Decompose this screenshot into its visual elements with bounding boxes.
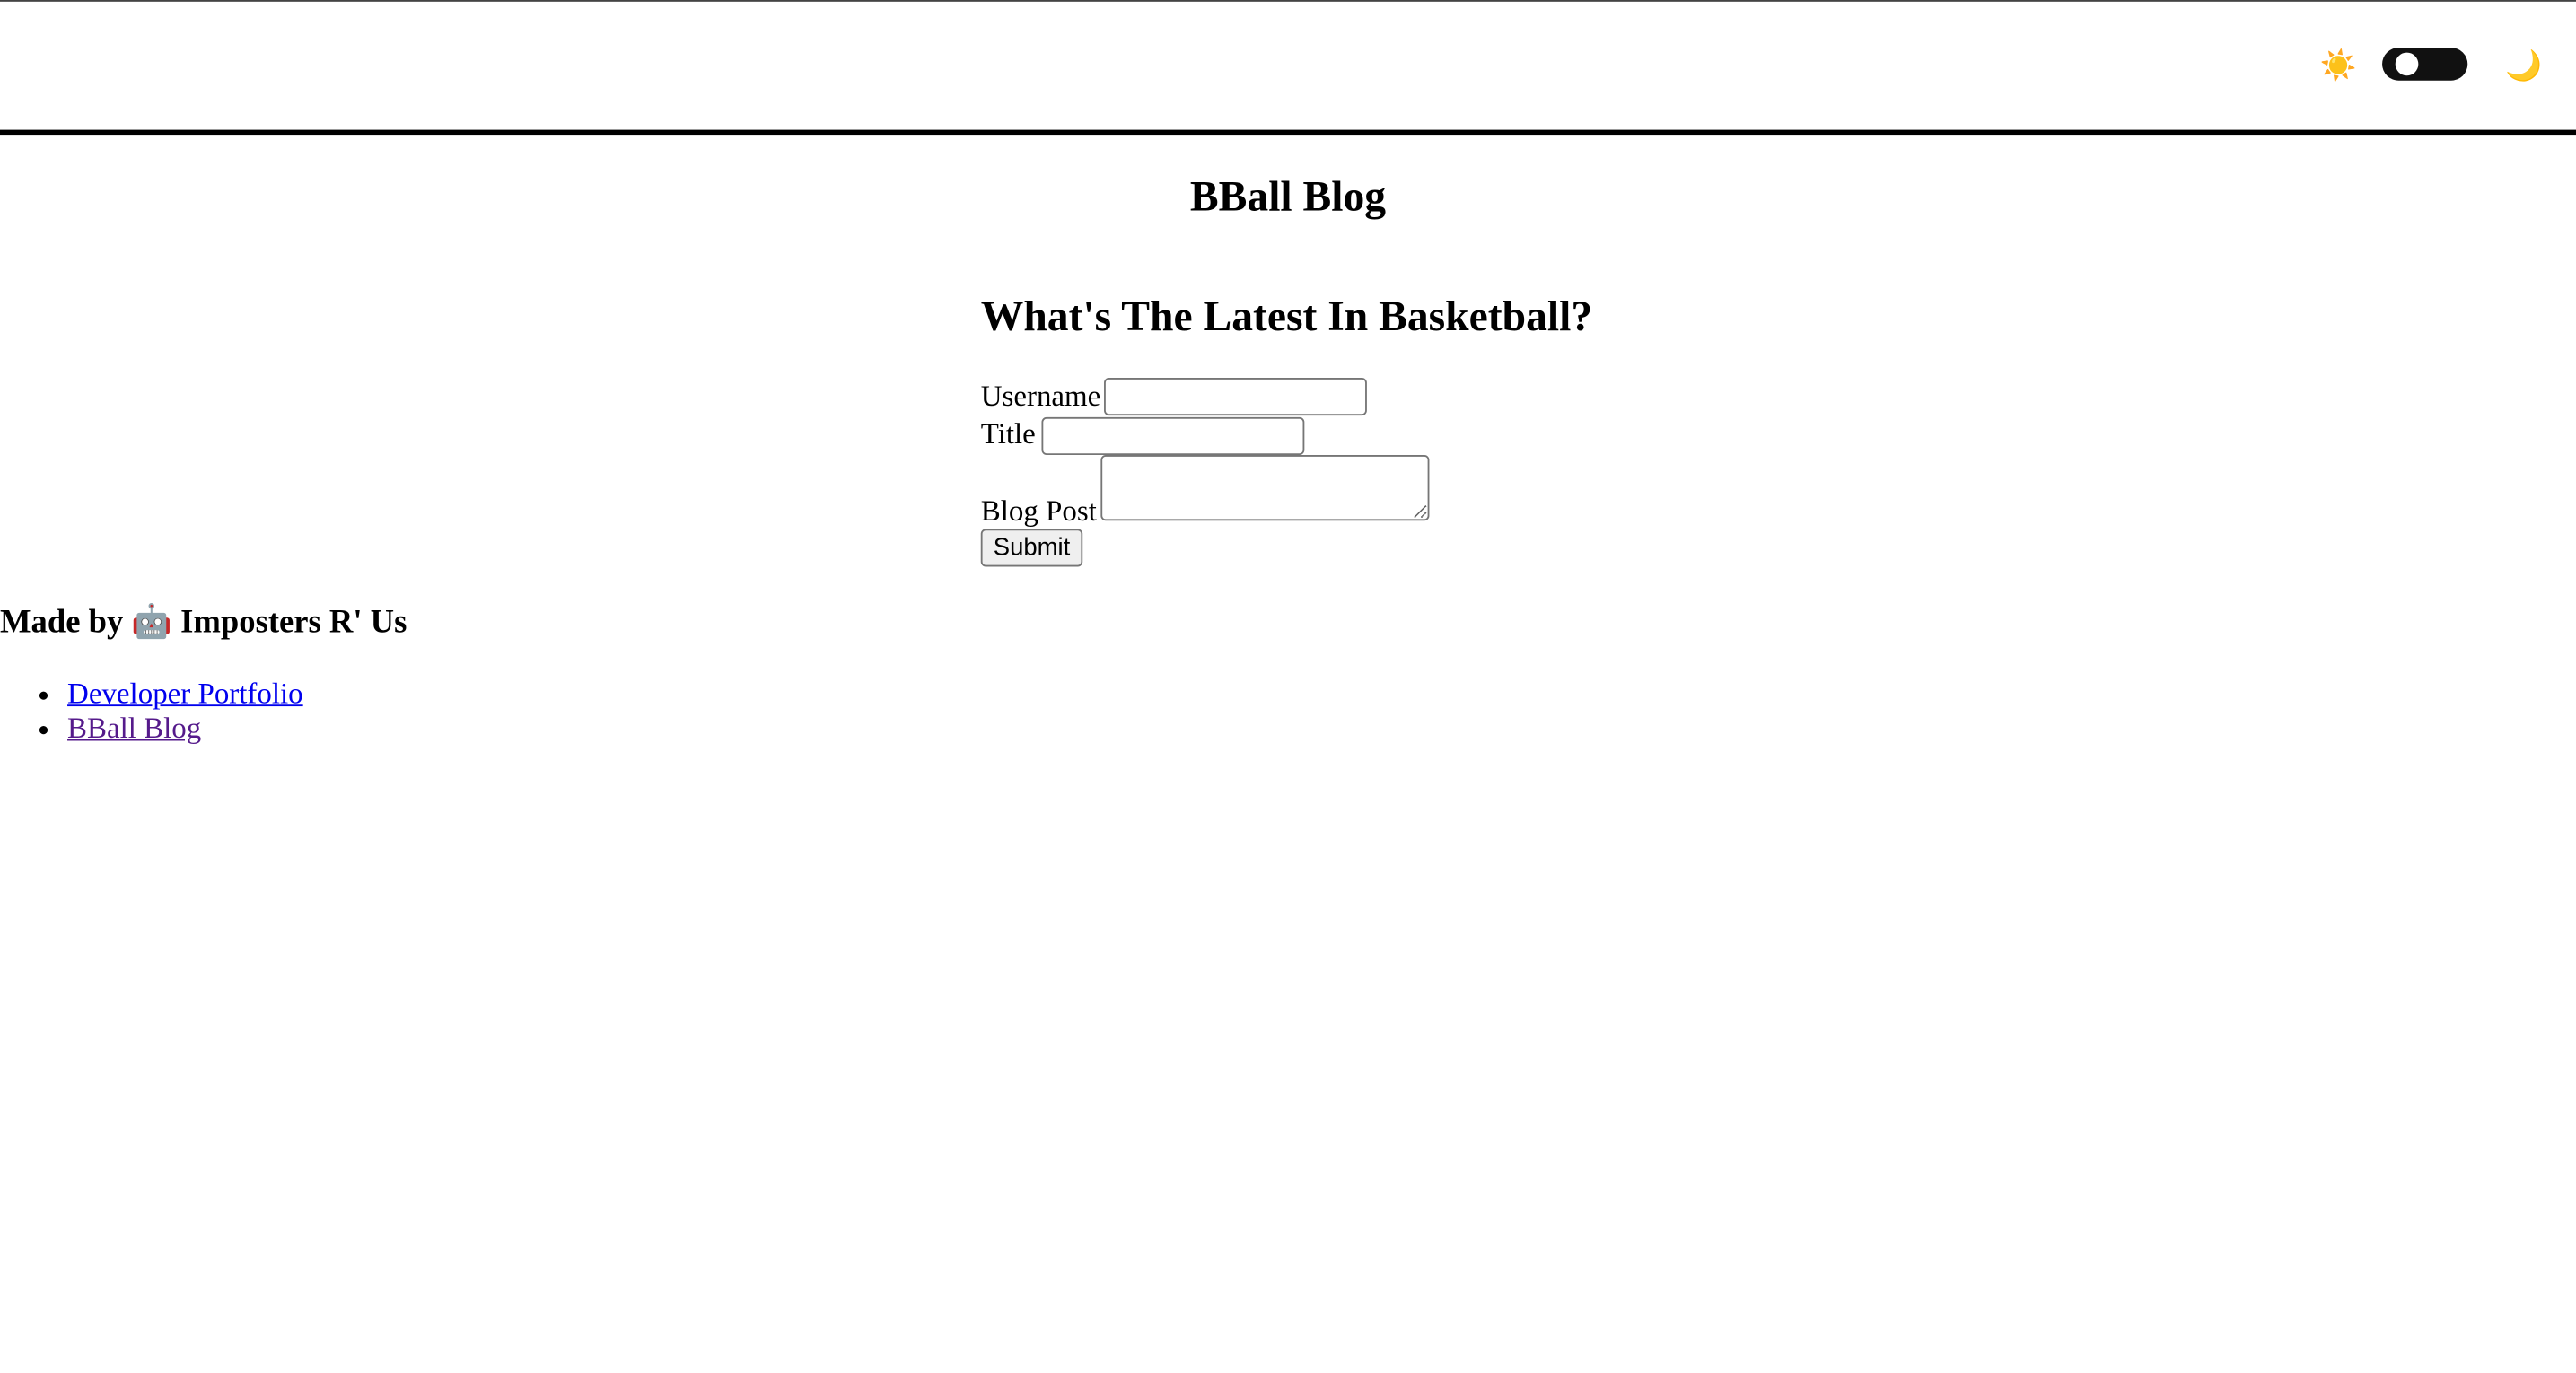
list-item: BBall Blog xyxy=(67,711,303,745)
site-title: BBall Blog xyxy=(1189,172,1387,221)
sun-icon: ☀️ xyxy=(2319,48,2357,83)
moon-icon: 🌙 xyxy=(2505,48,2543,83)
list-item: Developer Portfolio xyxy=(67,677,303,711)
page-heading: What's The Latest In Basketball? xyxy=(980,292,1593,340)
title-label: Title xyxy=(980,416,1036,450)
page: ☀️ 🌙 BBall Blog What's The Latest In Bas… xyxy=(0,0,2576,1373)
footer-links: Developer Portfolio BBall Blog xyxy=(0,677,303,744)
developer-portfolio-link[interactable]: Developer Portfolio xyxy=(67,677,303,710)
username-input[interactable] xyxy=(1104,377,1367,416)
blog-post-textarea[interactable] xyxy=(1100,455,1430,521)
robot-icon: 🤖 xyxy=(131,604,173,641)
title-input[interactable] xyxy=(1041,416,1305,456)
bball-blog-link[interactable]: BBall Blog xyxy=(67,711,201,744)
toggle-knob[interactable] xyxy=(2395,52,2419,76)
blog-post-label: Blog Post xyxy=(980,494,1097,528)
credit-prefix: Made by xyxy=(0,604,124,641)
footer-credit: Made by 🤖 Imposters R' Us xyxy=(0,601,407,644)
header: ☀️ 🌙 xyxy=(0,2,2576,136)
username-label: Username xyxy=(980,379,1101,413)
theme-toggle[interactable] xyxy=(2382,48,2468,81)
credit-name: Imposters R' Us xyxy=(180,604,407,641)
submit-button[interactable]: Submit xyxy=(980,529,1083,567)
